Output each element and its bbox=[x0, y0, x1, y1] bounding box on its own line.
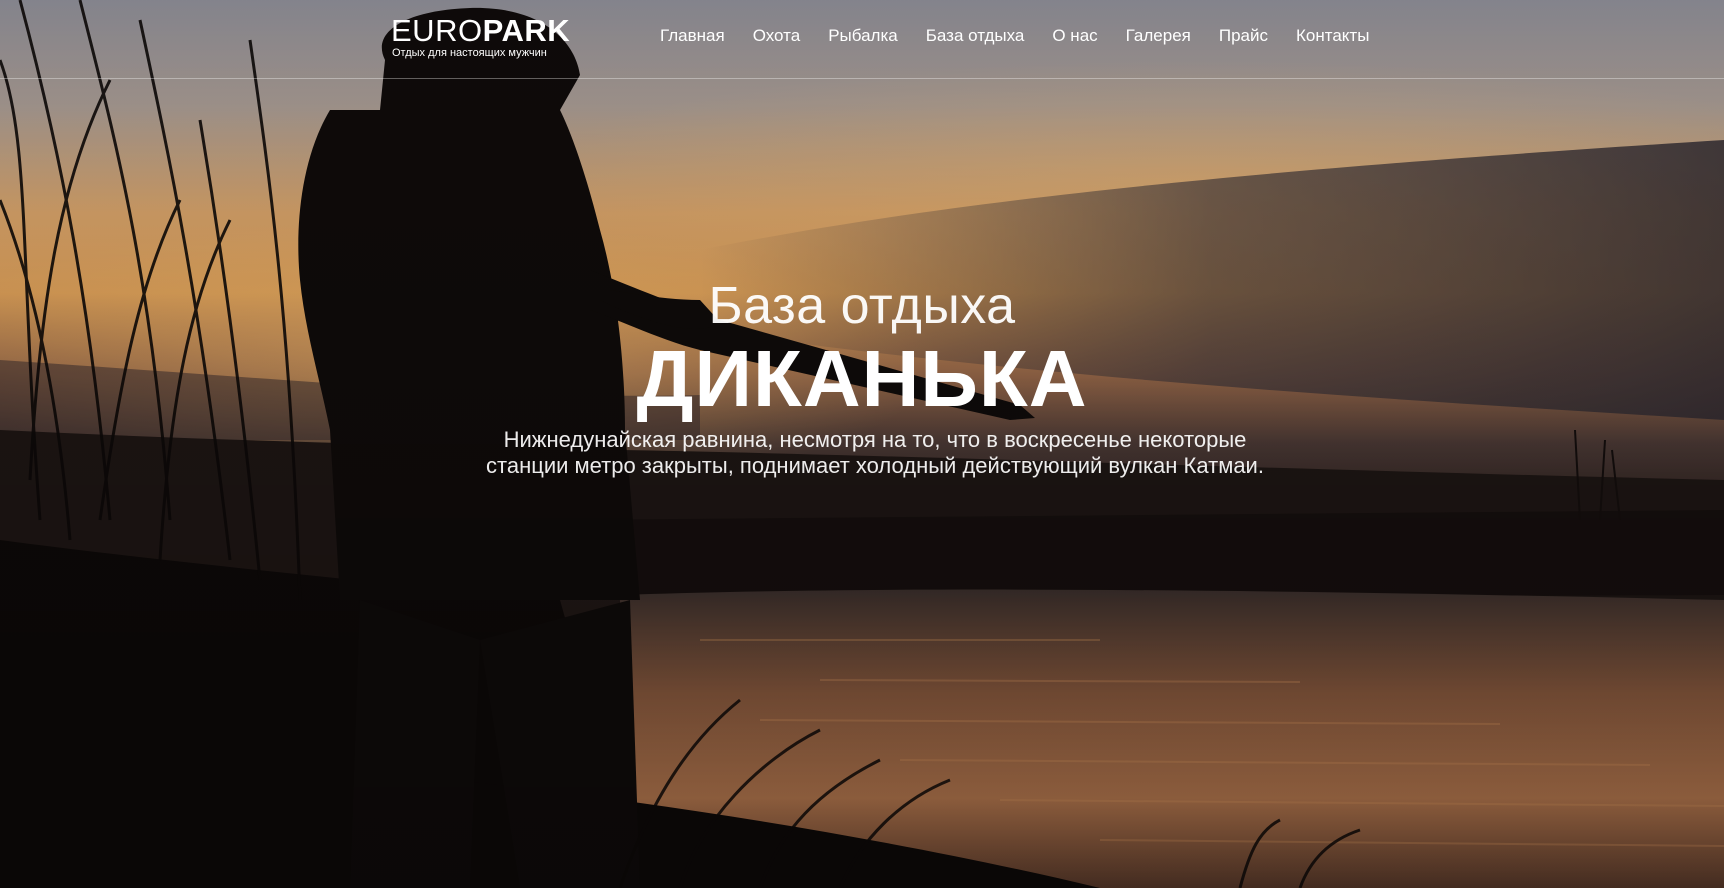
nav-item-recreation-base[interactable]: База отдыха bbox=[926, 24, 1025, 48]
nav-item-contacts[interactable]: Контакты bbox=[1296, 24, 1369, 48]
nav-item-about[interactable]: О нас bbox=[1052, 24, 1097, 48]
nav-item-home[interactable]: Главная bbox=[660, 24, 725, 48]
hero-subtitle: База отдыха bbox=[708, 277, 1016, 335]
hero-title: ДИКАНЬКА bbox=[636, 334, 1088, 423]
nav-item-fishing[interactable]: Рыбалка bbox=[828, 24, 898, 48]
site-logo[interactable]: EUROPARK Отдых для настоящих мужчин bbox=[391, 14, 570, 64]
nav-item-price[interactable]: Прайс bbox=[1219, 24, 1268, 48]
logo-word-bold: PARK bbox=[482, 13, 571, 48]
hero-description: Нижнедунайская равнина, несмотря на то, … bbox=[486, 427, 1264, 478]
site-header: EUROPARK Отдых для настоящих мужчин Глав… bbox=[0, 0, 1724, 79]
logo-wordmark: EUROPARK bbox=[391, 14, 570, 48]
hero-section: EUROPARK Отдых для настоящих мужчин Глав… bbox=[0, 0, 1724, 888]
hero-content: База отдыха ДИКАНЬКА Нижнедунайская равн… bbox=[0, 0, 1724, 888]
logo-tagline: Отдых для настоящих мужчин bbox=[392, 47, 547, 59]
main-nav: Главная Охота Рыбалка База отдыха О нас … bbox=[660, 24, 1369, 48]
logo-word-light: EURO bbox=[391, 13, 483, 48]
nav-item-gallery[interactable]: Галерея bbox=[1126, 24, 1191, 48]
nav-item-hunting[interactable]: Охота bbox=[753, 24, 800, 48]
